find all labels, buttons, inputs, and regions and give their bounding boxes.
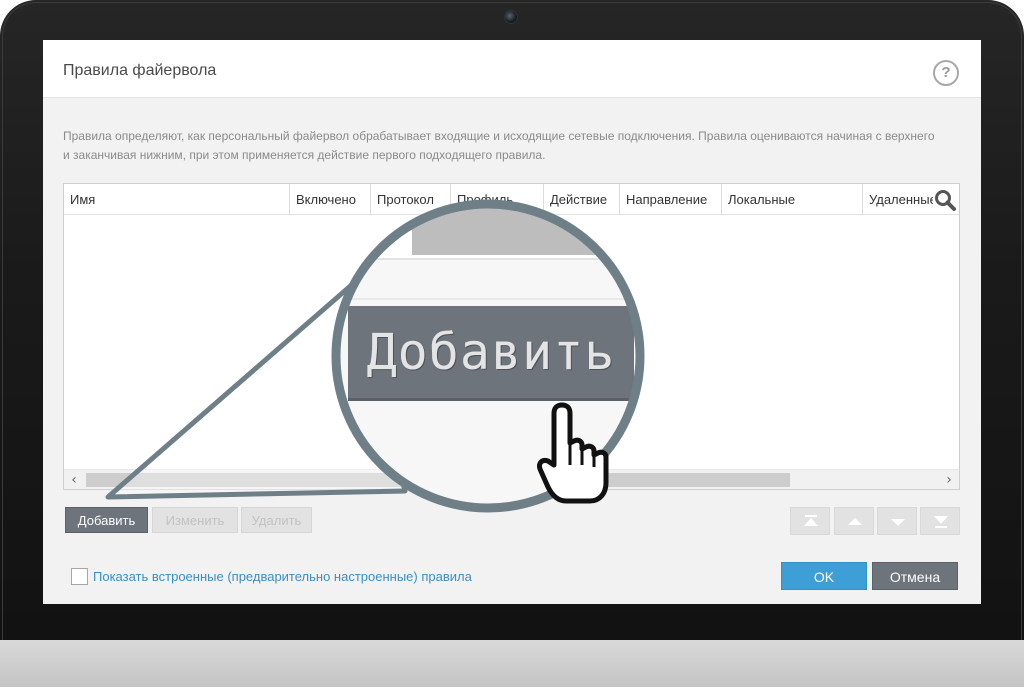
column-enabled[interactable]: Включено xyxy=(290,184,371,215)
move-down-button[interactable] xyxy=(877,507,917,535)
column-local[interactable]: Локальные xyxy=(722,184,863,215)
move-top-icon xyxy=(804,515,818,526)
monitor-chin xyxy=(0,640,1024,687)
move-up-button[interactable] xyxy=(834,507,874,535)
show-builtin-checkbox[interactable] xyxy=(71,568,88,585)
webcam-icon xyxy=(504,10,518,24)
column-direction[interactable]: Направление xyxy=(620,184,722,215)
column-profile[interactable]: Профиль xyxy=(451,184,544,215)
scroll-right-icon[interactable]: › xyxy=(939,470,959,490)
edit-rule-button[interactable]: Изменить xyxy=(152,507,238,533)
dialog-header: Правила файервола ? xyxy=(43,40,981,98)
show-builtin-label[interactable]: Показать встроенные (предварительно наст… xyxy=(93,569,472,584)
scroll-left-icon[interactable]: ‹ xyxy=(64,470,84,490)
delete-rule-button[interactable]: Удалить xyxy=(241,507,312,533)
column-remote[interactable]: Удаленные xyxy=(863,184,933,215)
column-name[interactable]: Имя xyxy=(64,184,290,215)
add-rule-button[interactable]: Добавить xyxy=(65,507,148,533)
move-bottom-button[interactable] xyxy=(920,507,960,535)
table-header: Имя Включено Протокол Профиль Действие Н… xyxy=(64,184,959,215)
scrollbar-thumb[interactable] xyxy=(86,473,790,487)
move-down-icon xyxy=(891,519,905,526)
column-protocol[interactable]: Протокол xyxy=(371,184,451,215)
column-action[interactable]: Действие xyxy=(544,184,620,215)
cancel-button[interactable]: Отмена xyxy=(872,562,958,590)
help-icon[interactable]: ? xyxy=(933,60,959,86)
move-up-icon xyxy=(848,518,862,525)
dialog-description: Правила определяют, как персональный фай… xyxy=(63,129,935,162)
move-bottom-icon xyxy=(934,516,948,528)
ok-button[interactable]: OK xyxy=(781,562,867,590)
dialog-title: Правила файервола xyxy=(63,62,217,79)
magnified-add-button-label: Добавить xyxy=(366,323,616,381)
search-icon[interactable] xyxy=(933,188,957,212)
move-top-button[interactable] xyxy=(790,507,830,535)
horizontal-scrollbar[interactable]: ‹ › xyxy=(64,469,959,489)
